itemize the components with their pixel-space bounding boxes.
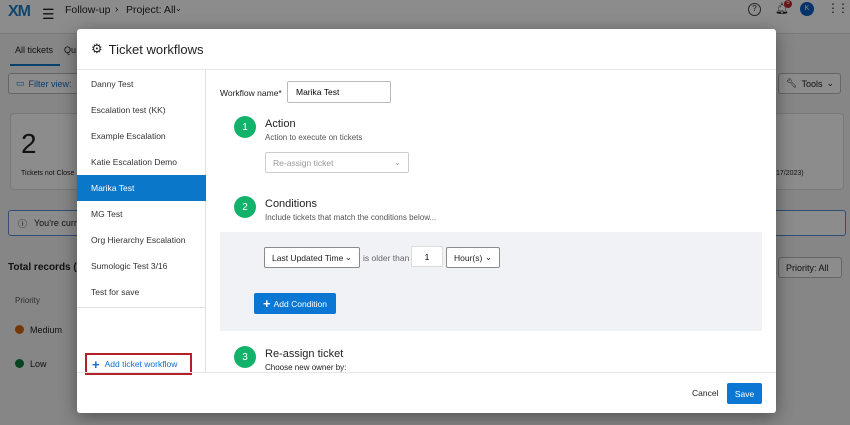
add-workflow-label: Add ticket workflow — [104, 359, 178, 369]
plus-icon: + — [263, 296, 271, 311]
workflow-item-selected[interactable]: Marika Test — [77, 175, 206, 201]
workflow-item[interactable]: Katie Escalation Demo — [77, 149, 206, 175]
condition-unit-value: Hour(s) — [454, 252, 483, 263]
step-title: Re-assign ticket — [265, 348, 344, 360]
modal-footer: Cancel Save — [77, 372, 776, 413]
workflow-item[interactable]: MG Test — [77, 201, 206, 227]
add-condition-button[interactable]: + Add Condition — [254, 293, 336, 314]
step-title: Action — [265, 118, 296, 130]
step-subtitle: Choose new owner by: — [265, 363, 347, 372]
chevron-down-icon: ⌄ — [484, 252, 492, 262]
condition-operator: is older than — [363, 253, 410, 263]
step-subtitle: Include tickets that match the condition… — [265, 213, 437, 222]
step-title: Conditions — [265, 198, 317, 210]
step-number: 3 — [234, 346, 256, 368]
workflow-name-input[interactable] — [287, 81, 391, 103]
condition-field-value: Last Updated Time — [272, 252, 344, 263]
action-select-value: Re-assign ticket — [273, 157, 334, 168]
workflow-item[interactable]: Sumologic Test 3/16 — [77, 253, 206, 279]
step-number: 1 — [234, 116, 256, 138]
workflow-item[interactable]: Danny Test — [77, 71, 206, 97]
condition-field-select[interactable]: Last Updated Time ⌄ — [264, 247, 360, 268]
workflow-name-label: Workflow name* — [220, 88, 282, 98]
modal-header: ⚙ Ticket workflows — [77, 29, 776, 70]
add-condition-label: Add Condition — [273, 298, 327, 309]
workflow-item[interactable]: Example Escalation — [77, 123, 206, 149]
condition-value-input[interactable] — [411, 246, 443, 267]
chevron-down-icon: ⌄ — [344, 252, 352, 262]
workflow-editor: Workflow name* 1 Action Action to execut… — [207, 70, 776, 372]
workflow-item[interactable]: Escalation test (KK) — [77, 97, 206, 123]
modal-title: Ticket workflows — [108, 41, 204, 57]
plus-icon: + — [92, 356, 100, 372]
step-number: 2 — [234, 196, 256, 218]
workflow-item[interactable]: Org Hierarchy Escalation — [77, 227, 206, 253]
gears-icon: ⚙ — [91, 41, 103, 56]
chevron-down-icon: ⌄ — [393, 157, 401, 167]
cancel-button[interactable]: Cancel — [692, 388, 718, 398]
workflow-item[interactable]: Test for save — [77, 279, 206, 305]
save-button[interactable]: Save — [727, 383, 762, 404]
workflow-list: Danny Test Escalation test (KK) Example … — [77, 70, 206, 375]
ticket-workflows-modal: ⚙ Ticket workflows Danny Test Escalation… — [77, 29, 776, 413]
action-select[interactable]: Re-assign ticket ⌄ — [265, 152, 409, 173]
conditions-panel: Last Updated Time⌄ is older than Hour(s)… — [220, 232, 762, 331]
condition-unit-select[interactable]: Hour(s) ⌄ — [446, 247, 500, 268]
divider — [77, 307, 206, 308]
step-subtitle: Action to execute on tickets — [265, 133, 363, 142]
